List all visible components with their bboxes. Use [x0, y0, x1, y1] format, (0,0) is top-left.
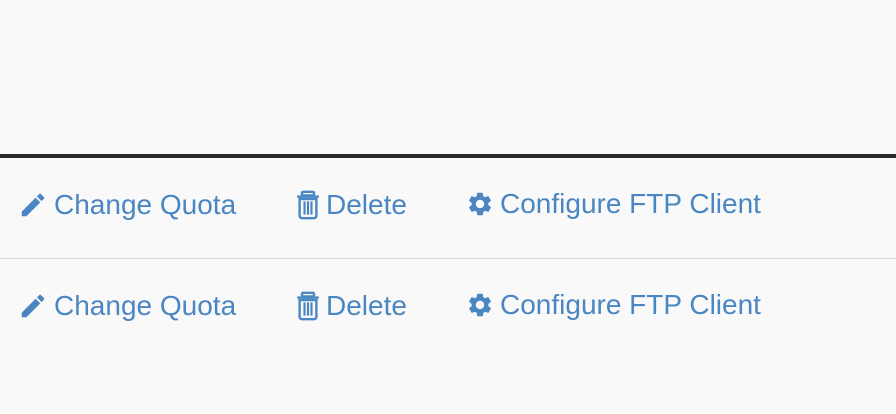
- blank-area: [0, 360, 896, 414]
- configure-ftp-client-label: Configure FTP Client: [500, 188, 761, 219]
- table-row: Change Quota Delete Configure FTP Client: [0, 158, 896, 258]
- table-row: Change Quota Delete Configure FTP Client: [0, 259, 896, 359]
- pencil-icon: [18, 291, 48, 321]
- delete-link[interactable]: Delete: [296, 190, 407, 220]
- change-quota-label: Change Quota: [54, 290, 237, 321]
- gear-icon: [466, 291, 494, 319]
- pencil-icon: [18, 190, 48, 220]
- delete-link[interactable]: Delete: [296, 291, 407, 321]
- change-quota-label: Change Quota: [54, 189, 237, 220]
- trash-icon: [296, 190, 320, 220]
- configure-ftp-client-link[interactable]: Configure FTP Client: [466, 190, 761, 218]
- change-quota-link[interactable]: Change Quota: [18, 291, 236, 321]
- blank-area: [0, 0, 896, 154]
- ftp-accounts-panel: Change Quota Delete Configure FTP Client…: [0, 0, 896, 414]
- delete-label: Delete: [326, 290, 407, 321]
- configure-ftp-client-label: Configure FTP Client: [500, 289, 761, 320]
- gear-icon: [466, 190, 494, 218]
- delete-label: Delete: [326, 189, 407, 220]
- change-quota-link[interactable]: Change Quota: [18, 190, 236, 220]
- configure-ftp-client-link[interactable]: Configure FTP Client: [466, 291, 761, 319]
- trash-icon: [296, 291, 320, 321]
